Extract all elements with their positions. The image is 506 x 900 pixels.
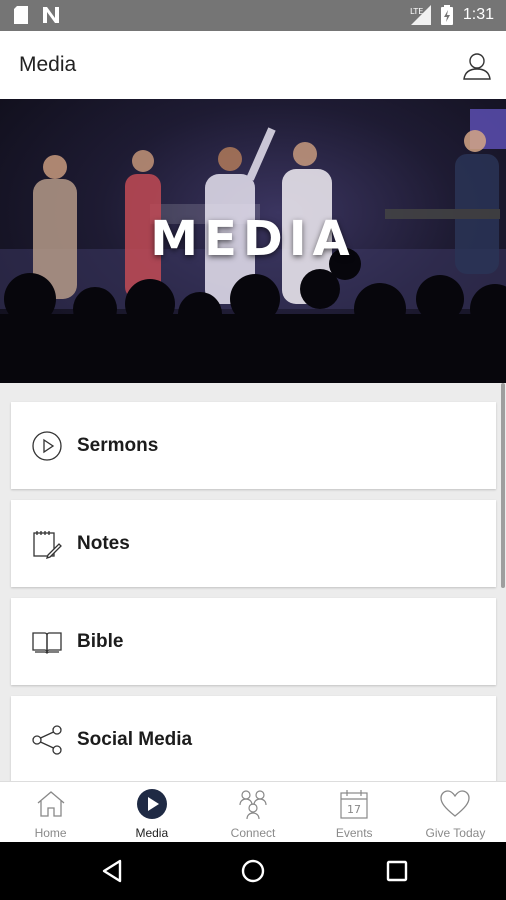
notes-item[interactable]: Notes xyxy=(11,500,496,587)
social-media-item[interactable]: Social Media xyxy=(11,696,496,781)
social-media-label: Social Media xyxy=(77,729,193,750)
hero-title: MEDIA xyxy=(150,211,356,267)
page-title: Media xyxy=(19,53,77,76)
open-book-icon xyxy=(32,632,62,654)
nav-connect[interactable]: Connect xyxy=(202,782,303,843)
play-circle-icon xyxy=(32,431,62,461)
calendar-icon: 17 xyxy=(340,790,368,819)
nav-events[interactable]: 17 Events xyxy=(304,782,405,843)
bible-item[interactable]: Bible xyxy=(11,598,496,685)
signal-lte-icon: LTE xyxy=(410,5,431,25)
network-label: LTE xyxy=(410,7,423,16)
home-circle-icon[interactable] xyxy=(240,858,266,884)
nav-media[interactable]: Media xyxy=(101,782,202,843)
bible-label: Bible xyxy=(77,631,124,652)
nav-connect-label: Connect xyxy=(230,826,276,840)
user-icon xyxy=(463,53,491,80)
nav-home-label: Home xyxy=(34,826,67,840)
notes-label: Notes xyxy=(77,533,130,554)
app-bar: Media xyxy=(0,31,506,99)
nav-give-today[interactable]: Give Today xyxy=(405,782,506,843)
back-icon[interactable] xyxy=(99,858,125,884)
share-icon xyxy=(32,725,62,755)
media-menu-list: Sermons Notes Bible Social Media xyxy=(0,383,506,781)
bottom-nav: Home Media Connect 17 Events Give Today xyxy=(0,781,506,843)
recents-square-icon[interactable] xyxy=(384,858,410,884)
sermons-item[interactable]: Sermons xyxy=(11,402,496,489)
sermons-label: Sermons xyxy=(77,435,159,456)
hero-banner: MEDIA xyxy=(0,99,506,383)
list-scrollbar[interactable] xyxy=(501,383,505,588)
nav-events-label: Events xyxy=(335,826,373,840)
battery-icon xyxy=(440,5,453,25)
heart-icon xyxy=(440,790,471,817)
status-bar: LTE 1:31 xyxy=(0,0,506,31)
nav-home[interactable]: Home xyxy=(0,782,101,843)
media-play-icon xyxy=(136,789,167,819)
people-icon xyxy=(239,790,267,820)
calendar-day: 17 xyxy=(347,803,361,816)
status-time: 1:31 xyxy=(462,6,494,23)
system-navigation-bar xyxy=(0,842,506,900)
notepad-pencil-icon xyxy=(33,531,62,560)
n-notification-icon xyxy=(43,7,59,23)
nav-media-label: Media xyxy=(135,826,169,840)
nav-give-today-label: Give Today xyxy=(425,826,486,840)
home-icon xyxy=(37,791,65,817)
profile-button[interactable] xyxy=(462,51,492,81)
sd-card-icon xyxy=(14,6,28,24)
